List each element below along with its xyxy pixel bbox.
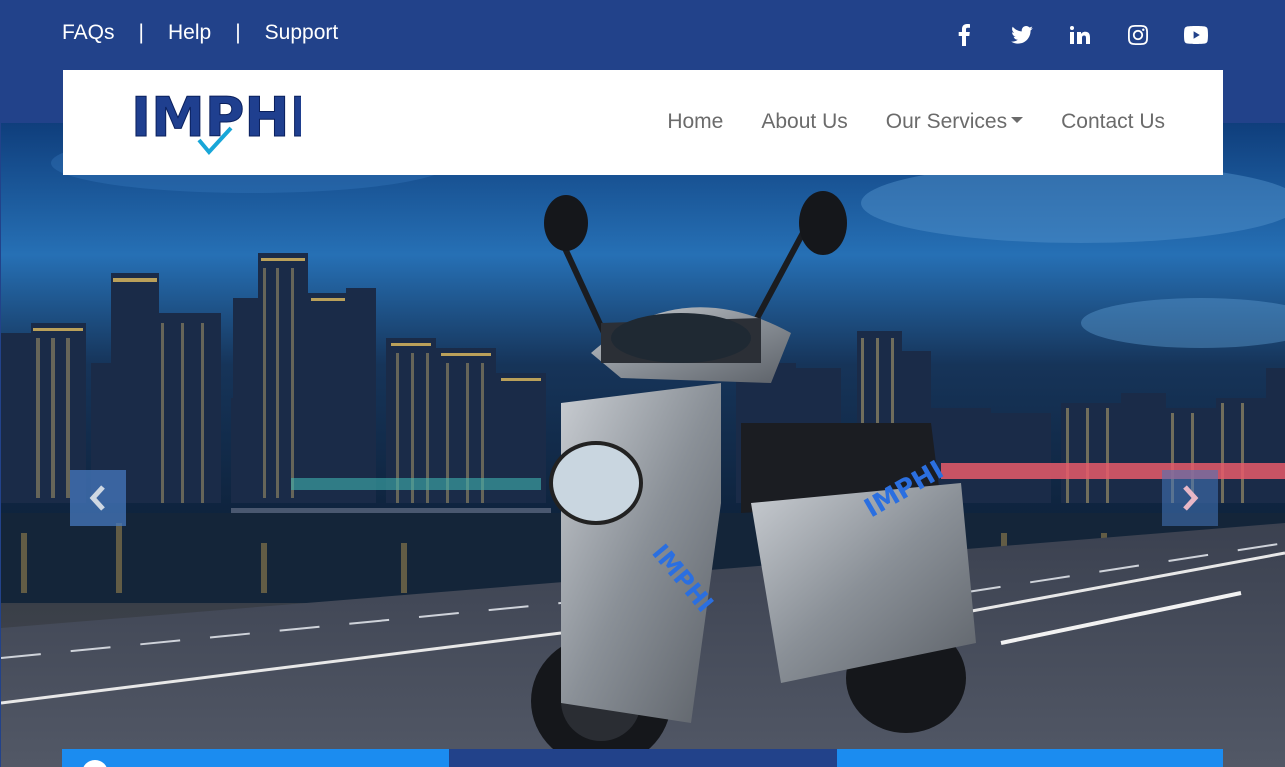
twitter-icon[interactable] <box>993 22 1051 48</box>
main-navbar: IMPHI Home About Us Our Services Contact… <box>63 70 1223 175</box>
brand-logo[interactable]: IMPHI <box>131 86 310 156</box>
nav-contact-us[interactable]: Contact Us <box>1061 110 1165 134</box>
hero-image: IMPHI IMPHI <box>1 123 1285 767</box>
main-menu: Home About Us Our Services Contact Us <box>667 110 1165 134</box>
hero-carousel: IMPHI IMPHI <box>1 123 1285 767</box>
separator: | <box>138 21 144 44</box>
caret-down-icon <box>1011 117 1024 124</box>
feature-box-2[interactable] <box>449 749 837 767</box>
social-links <box>935 22 1225 48</box>
feature-box-3[interactable] <box>837 749 1223 767</box>
faqs-link[interactable]: FAQs <box>62 21 115 45</box>
chevron-right-icon <box>1183 485 1199 511</box>
carousel-next-button[interactable] <box>1162 470 1218 526</box>
svg-text:IMPHI: IMPHI <box>131 88 301 149</box>
nav-our-services[interactable]: Our Services <box>886 110 1024 134</box>
facebook-icon[interactable] <box>935 22 993 48</box>
chevron-left-icon <box>89 485 105 511</box>
carousel-prev-button[interactable] <box>70 470 126 526</box>
feature-box-1[interactable] <box>62 749 449 767</box>
nav-about-us[interactable]: About Us <box>761 110 847 134</box>
linkedin-icon[interactable] <box>1051 22 1109 48</box>
nav-home[interactable]: Home <box>667 110 723 134</box>
help-link[interactable]: Help <box>168 21 211 45</box>
nav-our-services-label[interactable]: Our Services <box>886 110 1007 133</box>
feature-icon <box>82 760 108 767</box>
support-link[interactable]: Support <box>265 21 339 45</box>
youtube-icon[interactable] <box>1167 22 1225 48</box>
separator: | <box>235 21 241 44</box>
instagram-icon[interactable] <box>1109 22 1167 48</box>
top-links: FAQs | Help | Support <box>62 21 338 45</box>
